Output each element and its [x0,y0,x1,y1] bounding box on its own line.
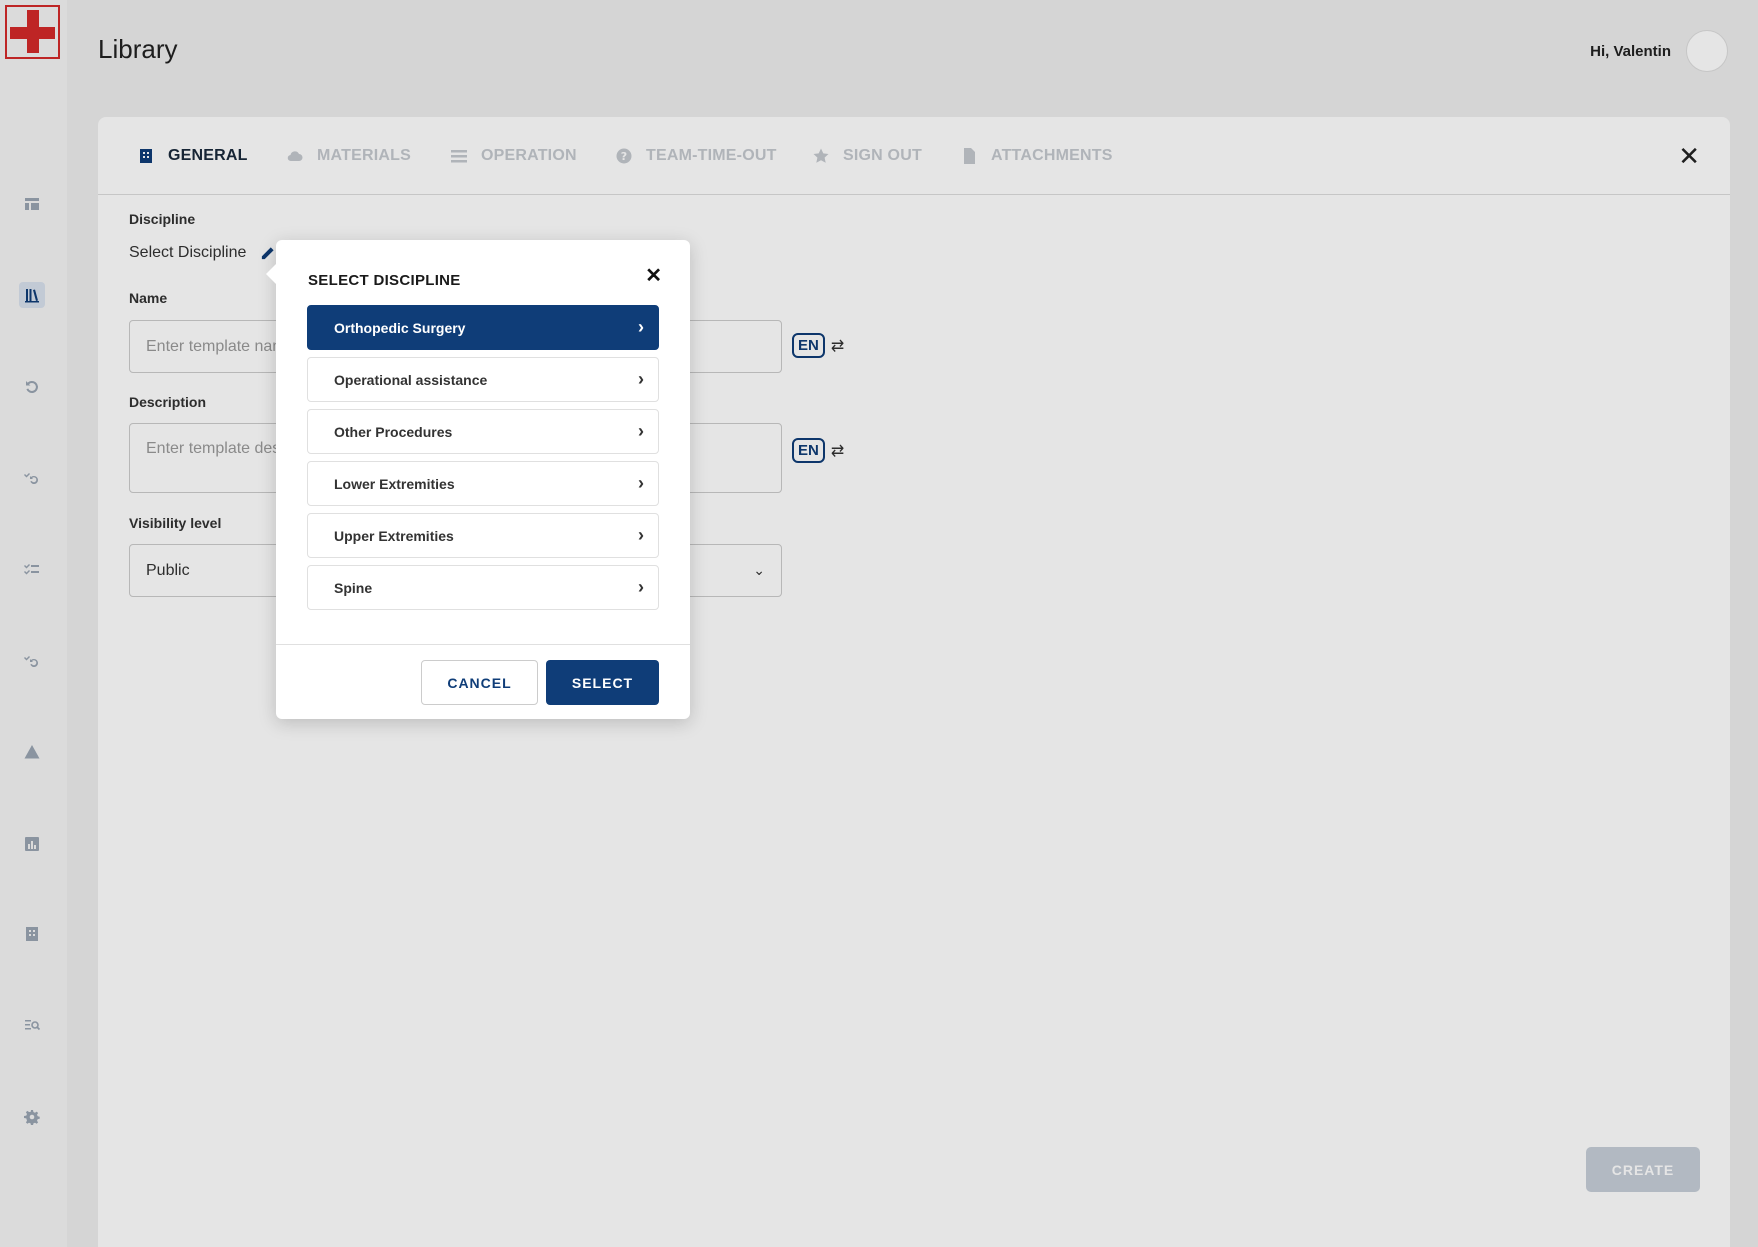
discipline-list: Orthopedic Surgery › Operational assista… [307,305,659,617]
chevron-right-icon: › [638,421,644,441]
discipline-item[interactable]: Upper Extremities › [307,513,659,558]
discipline-item-label: Upper Extremities [334,527,454,544]
chevron-right-icon: › [638,525,644,545]
popover-arrow [266,264,276,284]
discipline-item-label: Other Procedures [334,423,453,440]
discipline-item[interactable]: Spine › [307,565,659,610]
select-discipline-modal: SELECT DISCIPLINE ✕ Orthopedic Surgery ›… [266,240,690,719]
select-button[interactable]: SELECT [546,660,659,705]
modal-title: SELECT DISCIPLINE [308,272,461,289]
discipline-item-label: Orthopedic Surgery [334,319,466,336]
modal-backdrop[interactable] [0,0,1758,1247]
chevron-right-icon: › [638,577,644,597]
discipline-item[interactable]: Other Procedures › [307,409,659,454]
discipline-item[interactable]: Orthopedic Surgery › [307,305,659,350]
close-icon[interactable]: ✕ [645,266,662,286]
discipline-item[interactable]: Lower Extremities › [307,461,659,506]
discipline-item-label: Lower Extremities [334,475,455,492]
cancel-button[interactable]: CANCEL [421,660,538,705]
chevron-right-icon: › [638,317,644,337]
chevron-right-icon: › [638,473,644,493]
discipline-item[interactable]: Operational assistance › [307,357,659,402]
divider [276,644,690,645]
chevron-right-icon: › [638,369,644,389]
discipline-item-label: Spine [334,579,373,596]
discipline-item-label: Operational assistance [334,371,488,388]
